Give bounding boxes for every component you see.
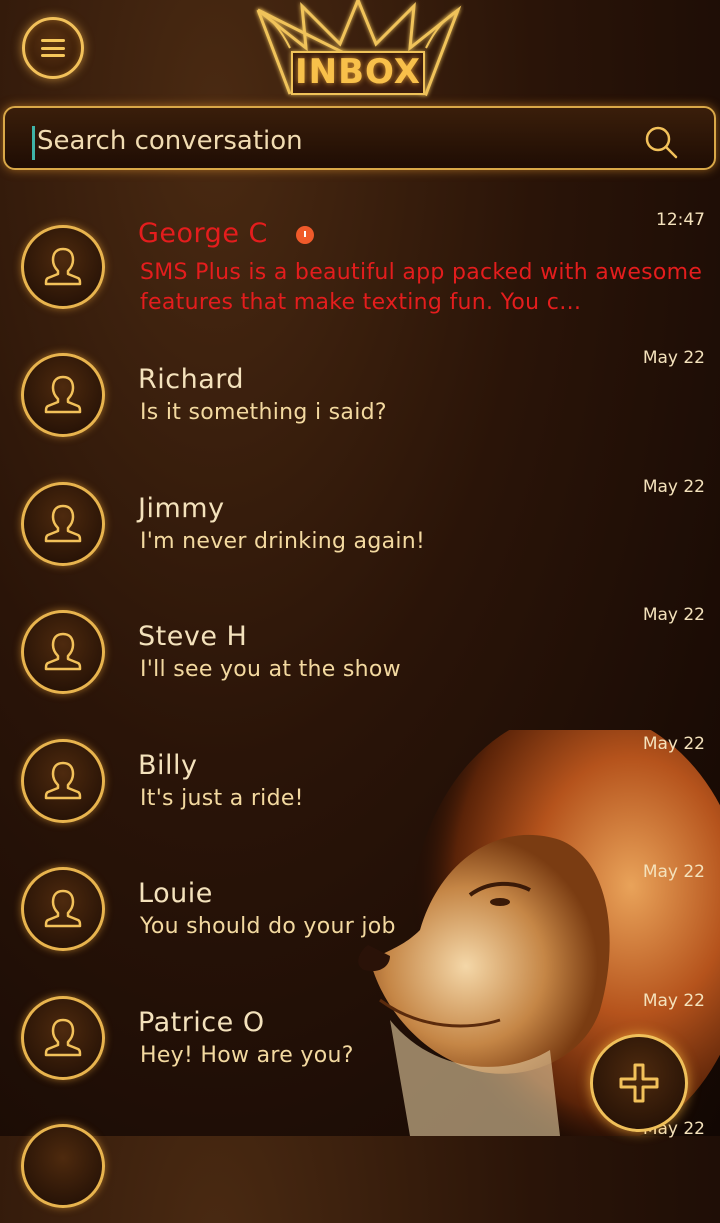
message-time: May 22 (642, 605, 705, 625)
menu-button[interactable] (22, 17, 84, 79)
new-message-button[interactable] (590, 1034, 688, 1132)
conversation-row[interactable]: George C SMS Plus is a beautiful app pac… (0, 196, 720, 324)
contact-name: Richard (138, 364, 245, 395)
contact-name: Jimmy (138, 493, 225, 524)
avatar[interactable] (21, 1124, 105, 1208)
person-icon (44, 504, 82, 543)
message-time: May 22 (642, 348, 705, 368)
hamburger-menu-icon (41, 39, 65, 57)
contact-name: Patrice O (138, 1007, 265, 1038)
message-preview: SMS Plus is a beautiful app packed with … (140, 260, 703, 315)
message-time: 12:47 (656, 210, 705, 230)
avatar[interactable] (21, 739, 105, 823)
person-icon (44, 1018, 82, 1057)
search-icon[interactable] (643, 124, 679, 160)
message-time: May 22 (642, 734, 705, 754)
person-icon (44, 761, 82, 800)
search-input[interactable] (35, 118, 619, 164)
message-preview: I'm never drinking again! (140, 529, 426, 554)
message-time: May 22 (642, 477, 705, 497)
message-preview: It's just a ride! (140, 786, 304, 811)
search-bar[interactable] (3, 106, 716, 170)
avatar[interactable] (21, 867, 105, 951)
message-time: May 22 (642, 862, 705, 882)
avatar[interactable] (21, 610, 105, 694)
conversation-row[interactable]: Jimmy I'm never drinking again! May 22 (0, 453, 720, 581)
inbox-title: INBOX (295, 52, 421, 92)
unread-indicator (296, 226, 314, 244)
avatar[interactable] (21, 996, 105, 1080)
contact-name: Louie (138, 878, 213, 909)
conversation-row[interactable]: Billy It's just a ride! May 22 (0, 710, 720, 838)
contact-name: George C (138, 218, 268, 249)
person-icon (44, 632, 82, 671)
conversation-row[interactable]: Louie You should do your job May 22 (0, 838, 720, 966)
avatar[interactable] (21, 482, 105, 566)
person-icon (44, 247, 82, 286)
person-icon (44, 889, 82, 928)
conversation-row[interactable]: Steve H I'll see you at the show May 22 (0, 581, 720, 709)
message-preview: You should do your job (140, 914, 396, 939)
message-preview: Is it something i said? (140, 400, 387, 425)
avatar[interactable] (21, 353, 105, 437)
person-icon (44, 375, 82, 414)
message-time: May 22 (642, 991, 705, 1011)
avatar[interactable] (21, 225, 105, 309)
conversation-row[interactable]: Richard Is it something i said? May 22 (0, 324, 720, 452)
message-preview: I'll see you at the show (140, 657, 401, 682)
contact-name: Steve H (138, 621, 248, 652)
contact-name: Billy (138, 750, 198, 781)
plus-icon (619, 1063, 659, 1103)
